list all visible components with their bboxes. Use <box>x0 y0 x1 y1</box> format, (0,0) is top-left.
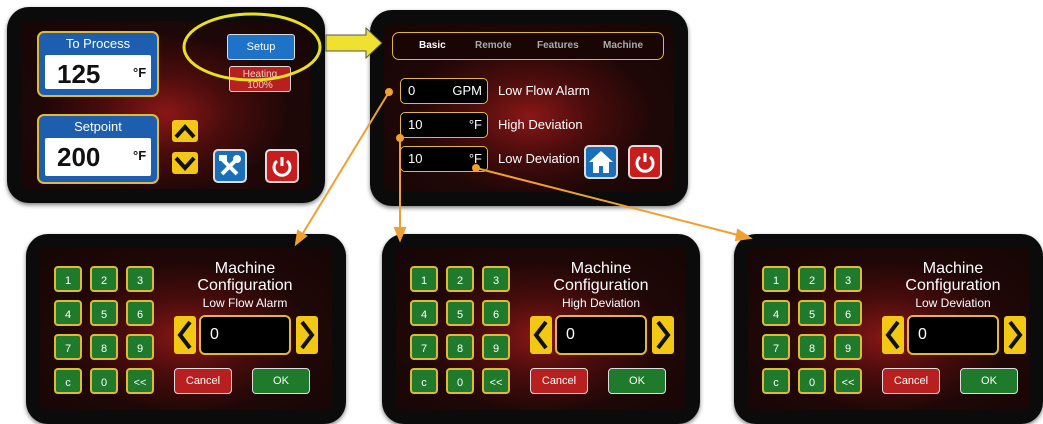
callout-head-low-flow <box>294 229 308 247</box>
callout-dot-low-flow <box>385 88 393 96</box>
callout-dot-low-dev <box>472 164 480 172</box>
callout-overlay <box>182 12 753 247</box>
callout-dot-high-dev <box>396 134 404 142</box>
callout-line-low-flow <box>299 91 390 239</box>
pointer-arrow <box>325 26 383 60</box>
callout-head-low-dev <box>734 228 753 242</box>
callout-head-high-dev <box>393 227 407 243</box>
setup-highlight-ellipse <box>182 12 322 82</box>
callout-line-low-dev <box>475 167 743 237</box>
